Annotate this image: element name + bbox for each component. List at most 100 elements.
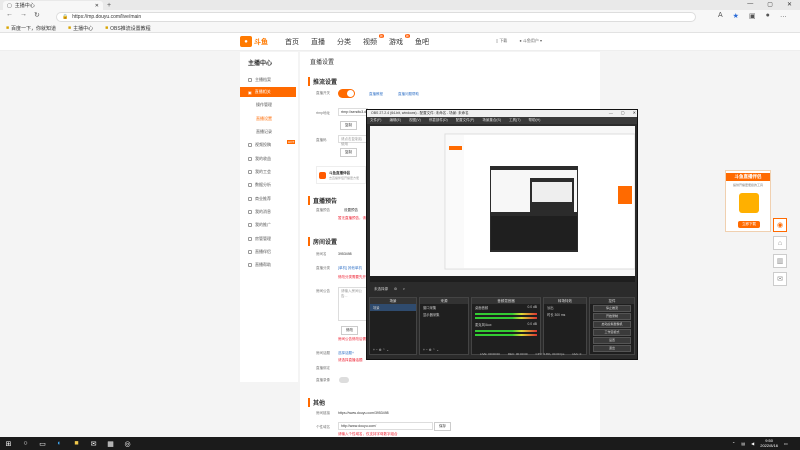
copy-rtmp-button[interactable]: 复制 [340, 121, 357, 130]
sidebar-item-room-admin[interactable]: 房管管理 [248, 236, 271, 242]
help-link[interactable]: 直播问题帮助 [398, 92, 419, 97]
address-bar[interactable]: 🔒 https://mp.douyu.com/live/main [56, 12, 696, 22]
sidebar-item-video[interactable]: 视频投稿 [248, 142, 271, 148]
favorite-item[interactable]: ■ 百度一下，你就知道 [6, 25, 56, 32]
scene-item[interactable]: 场景 [370, 304, 416, 311]
studio-mode-button[interactable]: 工作室模式 [593, 329, 631, 336]
gear-icon[interactable]: ⚙ [394, 287, 397, 291]
sidebar-item-help[interactable]: 直播帮助 [248, 262, 271, 268]
favorite-item[interactable]: ■ OBS推流设置教程 [105, 25, 151, 32]
minimize-icon[interactable]: — [747, 1, 753, 8]
obs-menu-edit[interactable]: 编辑(E) [389, 118, 401, 123]
source-item[interactable]: 显示器采集 [420, 311, 468, 318]
search-icon[interactable]: ○ [21, 439, 30, 448]
obs-preview-canvas[interactable] [370, 126, 636, 276]
download-link[interactable]: ▯ 下载 [496, 38, 507, 44]
nav-category[interactable]: 分类 [337, 37, 351, 47]
tray-up-icon[interactable]: ⌃ [732, 441, 735, 446]
more-icon[interactable]: … [780, 12, 787, 20]
obs-menu-file[interactable]: 文件(F) [370, 118, 381, 123]
float-feedback-icon[interactable]: ✉ [773, 272, 787, 286]
new-tab-button[interactable]: + [107, 2, 111, 9]
favorite-item[interactable]: ■ 主播中心 [68, 25, 93, 32]
obs-menu-view[interactable]: 视图(V) [409, 118, 421, 123]
companion-ad[interactable]: 斗鱼直播伴侣 提供开播更便捷的工具 立即下载 [725, 170, 771, 232]
scene-controls[interactable]: + − ⚙ ⌃ ⌄ [370, 347, 392, 353]
code-input[interactable]: 请点击复制后使用 [338, 135, 368, 146]
notification-icon[interactable]: ▭ [784, 441, 788, 446]
download-companion-button[interactable]: 立即下载 [738, 221, 760, 228]
source-item[interactable]: 窗口采集 [420, 304, 468, 311]
live-switch[interactable] [338, 89, 355, 98]
read-aloud-icon[interactable]: A [718, 12, 723, 20]
mail-icon[interactable]: ✉ [89, 439, 98, 448]
site-logo[interactable]: ● 斗鱼 [240, 35, 270, 48]
obs-menu-tools[interactable]: 工具(T) [509, 118, 520, 123]
sidebar-subitem-records[interactable]: 直播记录 [256, 129, 272, 135]
source-controls[interactable]: + − ⚙ ⌃ ⌄ [420, 347, 442, 353]
notice-save-button[interactable]: 修改 [341, 326, 358, 335]
close-icon[interactable]: ✕ [633, 110, 636, 115]
sidebar-subitem-settings[interactable]: 直播设置 [256, 116, 272, 122]
back-icon[interactable]: ← [6, 11, 13, 18]
forward-icon[interactable]: → [20, 11, 27, 18]
favorite-star-icon[interactable]: ★ [733, 12, 739, 20]
settings-button[interactable]: 设置 [593, 337, 631, 344]
network-icon[interactable]: ▤ [741, 441, 745, 446]
nav-home[interactable]: 首页 [285, 37, 299, 47]
start-record-button[interactable]: 开始录制 [593, 313, 631, 320]
sidebar-item-live[interactable]: ▣ 直播相关 [240, 87, 296, 97]
close-icon[interactable]: ✕ [95, 3, 99, 9]
obs-menu-scenes[interactable]: 场景集合(S) [482, 118, 501, 123]
refresh-icon[interactable]: ↻ [34, 11, 40, 19]
collections-icon[interactable]: ▣ [749, 12, 756, 20]
nav-fishbar[interactable]: 鱼吧 [415, 37, 429, 47]
sidebar-item-income[interactable]: 我的收益 [248, 156, 271, 162]
sidebar-item-promotion[interactable]: 我的推广 [248, 222, 271, 228]
category-value[interactable]: [单机] 其他单机 [338, 266, 362, 271]
sidebar-item-guild[interactable]: 我的工会 [248, 169, 271, 175]
minimize-icon[interactable]: — [609, 110, 613, 115]
sidebar-item-data[interactable]: 数据分析 [248, 182, 271, 188]
clock[interactable]: 9:50 2022/8/16 [760, 438, 778, 448]
sidebar-item-messages[interactable]: 我的消息 [248, 209, 271, 215]
nav-live[interactable]: 直播 [311, 37, 325, 47]
share-value[interactable]: https://www.douyu.com/3953498 [338, 411, 389, 415]
custom-domain-save[interactable]: 保存 [434, 422, 451, 431]
browser-tab[interactable]: ▢ 主播中心 ✕ [3, 1, 103, 10]
sidebar-subitem-manage[interactable]: 操作管理 [256, 102, 272, 108]
rtmp-input[interactable]: rtmp://sendtc3.douyu.com/live [338, 108, 388, 116]
task-view-icon[interactable]: ▭ [38, 439, 47, 448]
preview-value[interactable]: 设置预告 [344, 208, 358, 213]
filter-icon[interactable]: ◐ [403, 287, 405, 291]
sidebar-item-profile[interactable]: 主播档案 [248, 77, 271, 83]
virtual-camera-button[interactable]: 启动虚拟摄像机 [593, 321, 631, 328]
record-switch[interactable] [339, 377, 349, 383]
maximize-icon[interactable]: ▢ [621, 110, 625, 115]
start-icon[interactable]: ⊞ [4, 439, 13, 448]
custom-domain-input[interactable]: http://www.douyu.com/ [338, 422, 433, 430]
volume-icon[interactable]: ◀ [751, 441, 754, 446]
notice-textarea[interactable]: 请输入房间公告... [338, 287, 368, 321]
store-icon[interactable]: ▦ [106, 439, 115, 448]
float-home-icon[interactable]: ⌂ [773, 236, 787, 250]
file-explorer-icon[interactable]: ■ [72, 439, 81, 448]
float-app-icon[interactable]: ▥ [773, 254, 787, 268]
topic-link[interactable]: 选择话题+ [338, 351, 354, 356]
close-window-icon[interactable]: ✕ [787, 1, 792, 8]
stop-stream-button[interactable]: 停止推流 [593, 305, 631, 312]
sidebar-item-business[interactable]: 商业推荐 [248, 196, 271, 202]
obs-taskbar-icon[interactable]: ◎ [123, 439, 132, 448]
copy-code-button[interactable]: 复制 [340, 148, 357, 157]
exit-button[interactable]: 退出 [593, 345, 631, 352]
profile-icon[interactable]: ● [766, 12, 770, 20]
maximize-icon[interactable]: ▢ [767, 1, 773, 8]
sidebar-item-companion[interactable]: 直播伴侣 [248, 249, 271, 255]
companion-promo[interactable]: 斗鱼直播伴侣 去直播伴侣开播更方便 [316, 166, 366, 184]
obs-menu-dock[interactable]: 停靠部件(D) [429, 118, 448, 123]
obs-menu-help[interactable]: 帮助(H) [529, 118, 541, 123]
user-menu[interactable]: ● 斗鱼用户 ▾ [519, 38, 542, 44]
transition-select[interactable]: 淡出 [544, 304, 586, 311]
tutorial-link[interactable]: 直播教程 [369, 92, 383, 97]
obs-menu-profile[interactable]: 配置文件(P) [456, 118, 475, 123]
